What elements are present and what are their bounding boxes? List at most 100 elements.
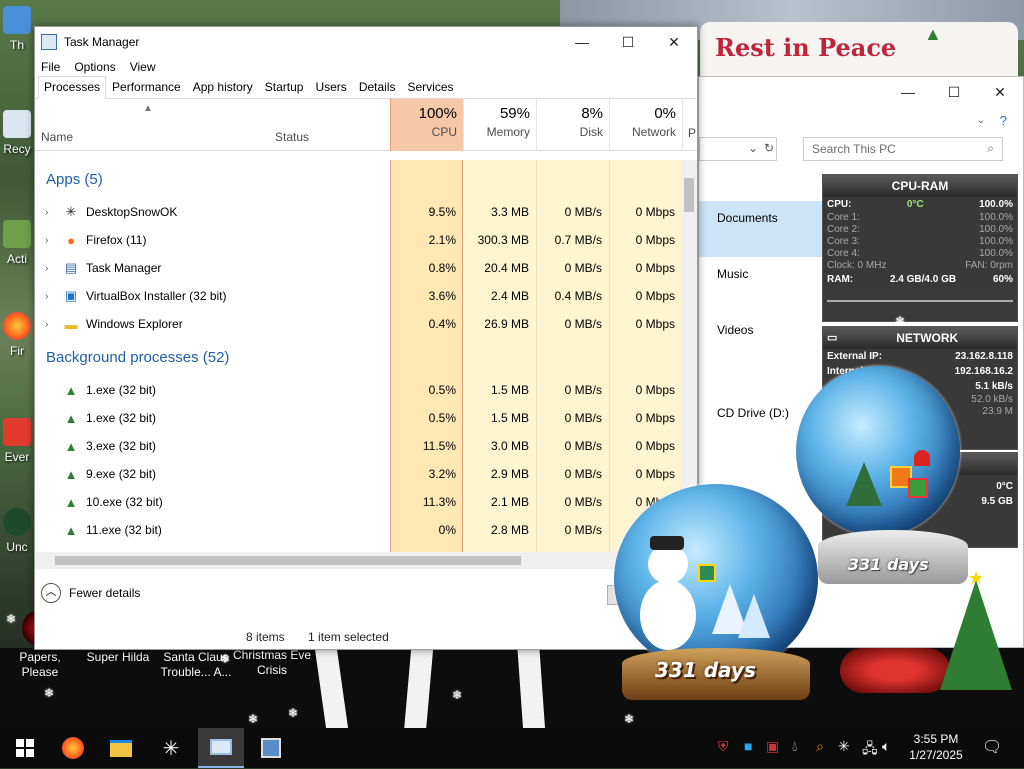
nav-item-videos[interactable]: Videos (717, 323, 753, 337)
group-apps[interactable]: Apps (5) (46, 171, 103, 188)
snowglobe-tree[interactable] (796, 366, 960, 536)
header-cpu[interactable]: 100% CPU (390, 99, 463, 151)
close-button[interactable]: ✕ (651, 27, 697, 57)
tab-performance[interactable]: Performance (106, 76, 187, 98)
menu-options[interactable]: Options (74, 60, 115, 74)
desktop-icon-christmas-eve-crisis[interactable]: Christmas Eve Crisis (232, 648, 312, 678)
expand-icon[interactable]: › (45, 291, 48, 302)
header-status[interactable]: Status (275, 130, 309, 144)
fewer-details-button[interactable]: ︿ Fewer details (41, 583, 140, 603)
cpu-ram-gadget[interactable]: CPU-RAM CPU: 0°C 100.0% Core 1: 100.0% Co… (822, 174, 1018, 322)
tab-details[interactable]: Details (353, 76, 402, 98)
cpu-value: 3.2% (428, 467, 456, 481)
group-background[interactable]: Background processes (52) (46, 349, 229, 366)
process-list: Apps (5) › ✳ DesktopSnowOK 9.5% 3.3 MB 0 MB/s… (35, 160, 683, 552)
nav-item-music[interactable]: Music (717, 267, 748, 281)
download-rate: 52.0 kB/s (971, 394, 1013, 405)
menu-view[interactable]: View (130, 60, 156, 74)
taskbar-file-explorer[interactable] (98, 728, 144, 768)
expand-icon[interactable]: › (45, 235, 48, 246)
maximize-button[interactable]: ☐ (605, 27, 651, 57)
app-row[interactable]: › ▤ Task Manager 0.8% 20.4 MB 0 MB/s 0 Mbps (35, 254, 683, 282)
tray-search-icon[interactable]: ⌕ (816, 738, 824, 755)
search-input[interactable]: Search This PC ⌕ (803, 137, 1003, 161)
desktop-icon-activate[interactable]: Acti (0, 220, 34, 267)
chevron-down-icon[interactable]: ⌄ (748, 141, 758, 155)
desktop-icon-uncharted[interactable]: Unc (0, 508, 34, 555)
start-button[interactable] (2, 728, 48, 768)
disk-value: 0 MB/s (564, 205, 602, 219)
snowflake-icon: ❄ (248, 712, 259, 726)
taskbar-desktopsnow[interactable]: ✳ (148, 728, 194, 768)
desktop-icon-recycle-bin[interactable]: Recy (0, 110, 34, 157)
minimize-button[interactable]: — (559, 27, 605, 57)
tab-startup[interactable]: Startup (259, 76, 310, 98)
desktop-icon-everything[interactable]: Ever (0, 418, 34, 465)
external-ip-value: 23.162.8.118 (955, 351, 1013, 362)
expand-icon[interactable]: › (45, 263, 48, 274)
chevron-down-icon[interactable]: ⌄ (977, 115, 985, 126)
core-value: 100.0% (979, 224, 1013, 235)
app-row[interactable]: › ▬ Windows Explorer 0.4% 26.9 MB 0 MB/s 0 Mbp… (35, 310, 683, 338)
tray-security-icon[interactable]: ⛨ (718, 738, 729, 755)
header-power[interactable]: P (682, 99, 698, 151)
header-name[interactable]: Name (41, 130, 73, 144)
help-icon[interactable]: ? (1000, 113, 1007, 128)
snowflake-icon: ❄ (288, 706, 299, 720)
snowman-head (648, 544, 688, 584)
header-disk[interactable]: 8% Disk (536, 99, 609, 151)
desktop-icon-label: Papers, Please (19, 650, 61, 679)
tray-app-icon[interactable]: ▣ (766, 738, 779, 755)
tray-drop-icon[interactable]: 💧︎ (792, 738, 798, 755)
header-memory[interactable]: 59% Memory (463, 99, 536, 151)
desktop-icon-label: Fir (10, 344, 24, 358)
tab-app-history[interactable]: App history (187, 76, 259, 98)
network-icon[interactable]: 🖧︎ (862, 738, 878, 762)
gadget-title: CPU-RAM (823, 175, 1017, 197)
process-row[interactable]: ▲ 1.exe (32 bit) 0.5% 1.5 MB 0 MB/s 0 Mbps (35, 404, 683, 432)
snowglobe-snowman[interactable] (614, 484, 818, 674)
refresh-icon[interactable]: ↻ (764, 141, 774, 155)
nav-item-documents[interactable]: Documents (717, 211, 778, 225)
tray-snowflake-icon[interactable]: ✳ (838, 738, 850, 755)
notifications-icon[interactable]: 🗨︎ (982, 737, 1002, 757)
tab-users[interactable]: Users (309, 76, 352, 98)
taskbar-firefox[interactable] (50, 728, 96, 768)
address-bar[interactable]: ⌄ ↻ (699, 137, 777, 161)
app-row[interactable]: › ✳ DesktopSnowOK 9.5% 3.3 MB 0 MB/s 0 Mbps (35, 198, 683, 226)
process-row[interactable]: ▲ 3.exe (32 bit) 11.5% 3.0 MB 0 MB/s 0 Mbps (35, 432, 683, 460)
desktop-icon-label: Ever (4, 450, 30, 464)
cpu-value: 0.5% (428, 383, 456, 397)
scroll-thumb[interactable] (55, 556, 521, 565)
tray-app-icon[interactable]: ■ (744, 738, 752, 754)
network-total: 0% (654, 105, 676, 122)
close-button[interactable]: ✕ (977, 77, 1023, 107)
desktop-icon-firefox[interactable]: Fir (0, 312, 34, 359)
expand-icon[interactable]: › (45, 319, 48, 330)
tab-services[interactable]: Services (402, 76, 460, 98)
snowflake-icon: ✳ (162, 737, 180, 760)
tab-processes[interactable]: Processes (38, 76, 107, 99)
cpu-value: 11.3% (422, 495, 456, 509)
volume-icon[interactable]: 🔈︎ (882, 738, 890, 755)
app-row[interactable]: › ● Firefox (11) 2.1% 300.3 MB 0.7 MB/s 0 Mbps (35, 226, 683, 254)
header-network[interactable]: 0% Network (609, 99, 682, 151)
scroll-thumb[interactable] (684, 178, 694, 212)
process-row[interactable]: ▲10.exe (32 bit)11.3%2.1 MB0 MB/s0 Mbps (35, 488, 683, 516)
clock[interactable]: 3:55 PM 1/27/2025 (896, 731, 976, 763)
taskbar-task-manager[interactable] (198, 728, 244, 768)
desktop-icon-this-pc[interactable]: Th (0, 6, 34, 53)
minimize-button[interactable]: — (885, 77, 931, 107)
installer-icon (261, 738, 281, 758)
nav-item-cd-drive[interactable]: CD Drive (D:) (717, 406, 789, 420)
process-row[interactable]: ▲ 1.exe (32 bit) 0.5% 1.5 MB 0 MB/s 0 Mbps (35, 376, 683, 404)
horizontal-scrollbar[interactable] (35, 552, 683, 569)
menu-file[interactable]: File (41, 60, 60, 74)
app-row[interactable]: › ▣ VirtualBox Installer (32 bit) 3.6% 2.4 M… (35, 282, 683, 310)
process-row[interactable]: ▲11.exe (32 bit)0%2.8 MB0 MB/s0 Mbps (35, 516, 683, 544)
temp-value: 0°C (996, 481, 1013, 492)
process-row[interactable]: ▲ 9.exe (32 bit) 3.2% 2.9 MB 0 MB/s 0 Mbps (35, 460, 683, 488)
taskbar-virtualbox-installer[interactable] (248, 728, 294, 768)
expand-icon[interactable]: › (45, 207, 48, 218)
maximize-button[interactable]: ☐ (931, 77, 977, 107)
